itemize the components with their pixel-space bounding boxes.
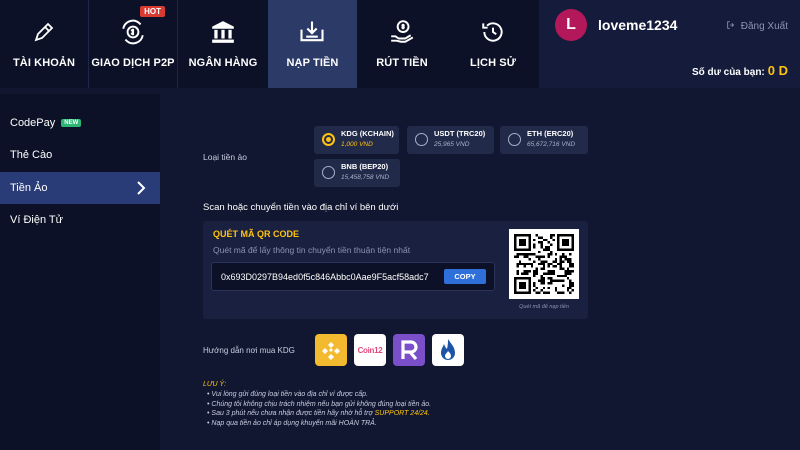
history-icon [477,16,509,48]
qr-code-image [509,229,579,299]
sidebar: CodePay NEW Thẻ Cào Tiền Ảo Ví Điện Tử [0,94,160,450]
logout-icon [726,20,736,33]
nav-history[interactable]: LỊCH SỬ [447,0,539,88]
nav-history-label: LỊCH SỬ [470,57,516,69]
note-title: LƯU Ý: [203,381,227,388]
logout-label: Đăng Xuất [740,21,788,32]
sidebar-item-label: Tiền Ảo [10,182,48,194]
username: loveme1234 [598,17,678,33]
coin12-text: Coin12 [357,345,383,355]
coin-price: 1,000 VND [341,141,373,148]
notes-list: Vui lòng gửi đúng loại tiền vào địa chỉ … [207,391,431,429]
sidebar-item-the-cao[interactable]: Thẻ Cào [0,139,160,171]
chevron-right-icon [136,181,146,198]
nav-account-label: TÀI KHOẢN [12,57,75,69]
nav-bank-label: NGÂN HÀNG [188,57,258,69]
balance-label: Số dư của bạn: [691,67,765,78]
coin-name: KDG (KCHAIN) [341,129,394,138]
wallet-address: 0x693D0297B94ed0f5c846Abbc0Aae9F5acf58ad… [221,272,429,282]
note-text: Sau 3 phút nếu chưa nhận được tiền hãy n… [211,410,375,417]
nav-deposit[interactable]: NẠP TIỀN [268,0,357,88]
sidebar-item-label: CodePay [10,117,56,129]
wallet-address-field[interactable]: 0x693D0297B94ed0f5c846Abbc0Aae9F5acf58ad… [211,262,495,291]
sidebar-item-vi-dien-tu[interactable]: Ví Điện Tử [0,204,160,236]
huobi-logo[interactable] [432,334,464,366]
coin-option-usdt[interactable]: USDT (TRC20) 25,965 VND [407,126,494,154]
new-badge: NEW [61,119,82,127]
sidebar-item-label: Thẻ Cào [10,149,53,161]
note-item: Chúng tôi không chịu trách nhiệm nếu bạn… [207,401,431,411]
withdraw-icon [386,16,418,48]
balance-value: 0 D [767,63,788,78]
scan-instruction: Scan hoặc chuyển tiền vào địa chỉ ví bên… [203,202,399,213]
nav-deposit-label: NẠP TIỀN [286,57,339,69]
note-item: Vui lòng gửi đúng loại tiền vào địa chỉ … [207,391,431,401]
logout-button[interactable]: Đăng Xuất [726,20,788,33]
coin-price: 15,458,758 VND [341,174,390,181]
balance: Số dư của bạn: 0 D [692,63,788,78]
r-exchange-logo[interactable] [393,334,425,366]
qr-caption: Quét mã để nạp tiền [519,304,569,310]
binance-logo[interactable] [315,334,347,366]
top-navigation: TÀI KHOẢN HOT GIAO DỊCH P2P NGÂN HÀNG NẠ… [0,0,800,88]
nav-p2p[interactable]: HOT GIAO DỊCH P2P [89,0,177,88]
coin12-logo[interactable]: Coin12 [354,334,386,366]
coin-type-label: Loại tiền ảo [203,152,247,162]
p2p-exchange-icon [117,16,149,48]
coin-option-eth[interactable]: ETH (ERC20) 65,672,716 VND [500,126,588,154]
coin-name: ETH (ERC20) [527,129,574,138]
copy-button[interactable]: COPY [444,269,486,284]
radio[interactable] [508,133,521,146]
nav-p2p-label: GIAO DỊCH P2P [91,57,175,69]
nav-withdraw[interactable]: RÚT TIỀN [357,0,447,88]
note-item: Nạp qua tiền ảo chỉ áp dụng khuyến mãi H… [207,420,431,430]
note-item: Sau 3 phút nếu chưa nhận được tiền hãy n… [207,410,431,420]
qr-description: Quét mã để lấy thông tin chuyển tiền thu… [213,245,411,255]
radio[interactable] [322,166,335,179]
deposit-icon [296,16,328,48]
radio[interactable] [415,133,428,146]
coin-name: USDT (TRC20) [434,129,486,138]
coin-option-bnb[interactable]: BNB (BEP20) 15,458,758 VND [314,159,400,187]
avatar[interactable]: L [555,9,587,41]
qr-panel: QUÉT MÃ QR CODE Quét mã để lấy thông tin… [203,221,588,319]
bank-icon [207,16,239,48]
support-link[interactable]: SUPPORT 24/24. [375,410,430,417]
nav-bank[interactable]: NGÂN HÀNG [178,0,268,88]
nav-withdraw-label: RÚT TIỀN [376,57,428,69]
sidebar-item-tien-ao[interactable]: Tiền Ảo [0,172,160,204]
pen-icon [28,16,60,48]
coin-price: 25,965 VND [434,141,470,148]
sidebar-item-codepay[interactable]: CodePay NEW [0,107,160,139]
coin-price: 65,672,716 VND [527,141,576,148]
sidebar-item-label: Ví Điện Tử [10,214,64,226]
coin-option-kdg[interactable]: KDG (KCHAIN) 1,000 VND [314,126,399,154]
user-panel: L loveme1234 Đăng Xuất Số dư của bạn: 0 D [539,0,800,88]
nav-account[interactable]: TÀI KHOẢN [0,0,88,88]
radio-selected[interactable] [322,133,335,146]
buy-guide-label: Hướng dẫn nơi mua KDG [203,346,295,355]
coin-name: BNB (BEP20) [341,162,389,171]
qr-title: QUÉT MÃ QR CODE [213,229,300,239]
